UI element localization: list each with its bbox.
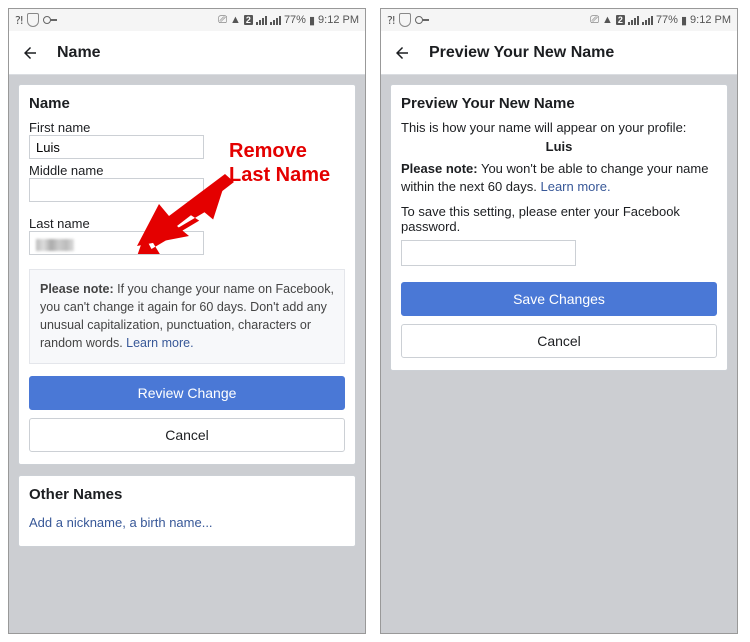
cancel-button[interactable]: Cancel [401, 324, 717, 358]
sim-badge: 2 [244, 15, 253, 25]
signal-icon [256, 16, 267, 25]
back-arrow-icon[interactable] [393, 43, 411, 63]
battery-icon: ▮ [681, 14, 687, 27]
signal-icon-2 [270, 16, 281, 25]
vpn-key-icon [43, 16, 57, 24]
learn-more-link[interactable]: Learn more. [126, 336, 193, 350]
notification-icon: ⁈ [15, 14, 23, 27]
other-names-card: Other Names Add a nickname, a birth name… [18, 475, 356, 547]
cancel-button[interactable]: Cancel [29, 418, 345, 452]
battery-percent: 77% [656, 14, 678, 26]
notification-icon: ⁈ [387, 14, 395, 27]
middle-name-label: Middle name [29, 163, 345, 178]
password-prompt: To save this setting, please enter your … [401, 204, 717, 234]
cast-icon: ⎚ [218, 14, 227, 27]
signal-icon [628, 16, 639, 25]
note-prefix: Please note: [40, 282, 114, 296]
app-header: Preview Your New Name [381, 31, 737, 75]
middle-name-input[interactable] [29, 178, 204, 202]
vpn-key-icon [415, 16, 429, 24]
signal-icon-2 [642, 16, 653, 25]
first-name-input[interactable] [29, 135, 204, 159]
learn-more-link[interactable]: Learn more. [540, 179, 610, 194]
note-prefix: Please note: [401, 161, 478, 176]
blurred-last-name [36, 239, 74, 251]
other-names-title: Other Names [29, 486, 345, 503]
note-box: Please note: If you change your name on … [29, 269, 345, 364]
preview-card-title: Preview Your New Name [401, 95, 717, 112]
wifi-icon: ▲ [602, 14, 613, 26]
back-arrow-icon[interactable] [21, 43, 39, 63]
clock: 9:12 PM [318, 14, 359, 26]
password-input[interactable] [401, 240, 576, 266]
left-phone-frame: ⁈ ⎚ ▲ 2 77% ▮ 9:12 PM Name Name First na… [8, 8, 366, 634]
battery-percent: 77% [284, 14, 306, 26]
cast-icon: ⎚ [590, 14, 599, 27]
first-name-label: First name [29, 120, 345, 135]
sim-badge: 2 [616, 15, 625, 25]
preview-card: Preview Your New Name This is how your n… [390, 84, 728, 371]
name-card: Name First name Middle name Last name Pl… [18, 84, 356, 465]
add-other-name-link[interactable]: Add a nickname, a birth name... [29, 511, 345, 534]
last-name-label: Last name [29, 216, 345, 231]
preview-note: Please note: You won't be able to change… [401, 160, 717, 196]
status-bar: ⁈ ⎚ ▲ 2 77% ▮ 9:12 PM [9, 9, 365, 31]
page-title: Preview Your New Name [429, 44, 614, 62]
preview-display-name: Luis [401, 139, 717, 154]
status-bar: ⁈ ⎚ ▲ 2 77% ▮ 9:12 PM [381, 9, 737, 31]
name-card-title: Name [29, 95, 345, 112]
last-name-input[interactable] [29, 231, 204, 255]
right-phone-frame: ⁈ ⎚ ▲ 2 77% ▮ 9:12 PM Preview Your New N… [380, 8, 738, 634]
shield-icon [399, 13, 411, 27]
clock: 9:12 PM [690, 14, 731, 26]
page-title: Name [57, 44, 101, 62]
wifi-icon: ▲ [230, 14, 241, 26]
shield-icon [27, 13, 39, 27]
save-changes-button[interactable]: Save Changes [401, 282, 717, 316]
review-change-button[interactable]: Review Change [29, 376, 345, 410]
app-header: Name [9, 31, 365, 75]
preview-intro: This is how your name will appear on you… [401, 120, 717, 135]
battery-icon: ▮ [309, 14, 315, 27]
